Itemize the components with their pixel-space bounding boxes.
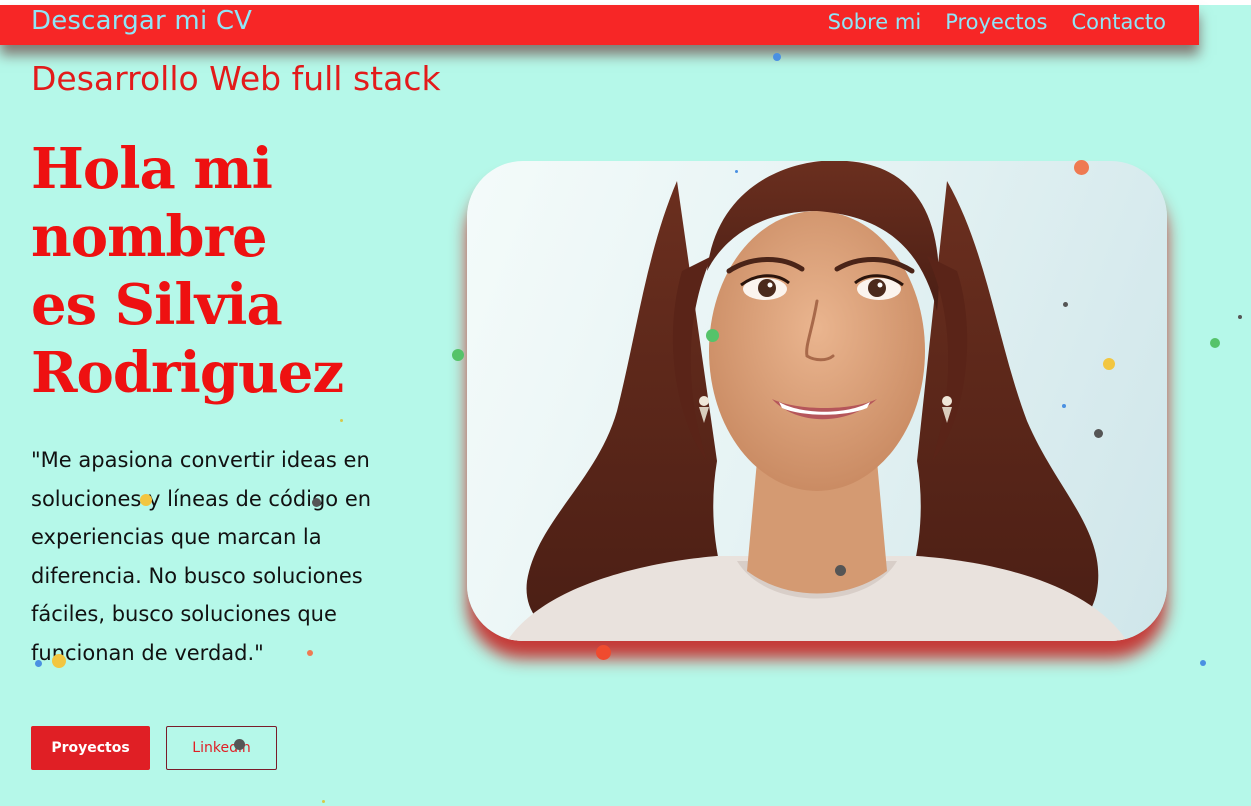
hero-title-line: es Silvia xyxy=(31,272,283,338)
hero-quote: "Me apasiona convertir ideas en solucion… xyxy=(31,448,372,665)
confetti-dot xyxy=(52,654,66,668)
confetti-dot xyxy=(35,660,42,667)
nav-links: Sobre mi Proyectos Contacto xyxy=(828,10,1166,34)
confetti-dot xyxy=(1210,338,1220,348)
projects-button[interactable]: Proyectos xyxy=(31,726,150,770)
confetti-dot xyxy=(835,565,846,576)
portrait-image xyxy=(467,161,1167,641)
confetti-dot xyxy=(735,170,738,173)
confetti-dot xyxy=(307,650,313,656)
confetti-dot xyxy=(1062,404,1066,408)
hero-title-line: Hola mi xyxy=(31,136,273,202)
confetti-dot xyxy=(140,494,152,506)
page-subtitle: Desarrollo Web full stack xyxy=(31,59,441,98)
nav-link-contacto[interactable]: Contacto xyxy=(1071,10,1166,34)
confetti-dot xyxy=(1200,660,1206,666)
confetti-dot xyxy=(340,419,343,422)
linkedin-button[interactable]: Linkedin xyxy=(166,726,277,770)
confetti-dot xyxy=(234,739,245,750)
confetti-dot xyxy=(322,800,325,803)
nav-link-proyectos[interactable]: Proyectos xyxy=(945,10,1047,34)
confetti-dot xyxy=(773,53,781,61)
confetti-dot xyxy=(1074,160,1089,175)
confetti-dot xyxy=(596,645,611,660)
confetti-dot xyxy=(1094,429,1103,438)
hero-title: Hola mi nombre es Silvia Rodriguez xyxy=(31,135,451,407)
navbar: Descargar mi CV Sobre mi Proyectos Conta… xyxy=(0,5,1199,45)
confetti-dot xyxy=(1103,358,1115,370)
confetti-dot xyxy=(1063,302,1068,307)
hero-title-line: Rodriguez xyxy=(31,340,344,406)
confetti-dot xyxy=(312,498,321,507)
nav-link-sobre-mi[interactable]: Sobre mi xyxy=(828,10,922,34)
download-cv-link[interactable]: Descargar mi CV xyxy=(31,6,252,36)
confetti-dot xyxy=(452,349,464,361)
confetti-dot xyxy=(706,329,719,342)
confetti-dot xyxy=(1238,315,1242,319)
hero-title-line: nombre xyxy=(31,204,268,270)
